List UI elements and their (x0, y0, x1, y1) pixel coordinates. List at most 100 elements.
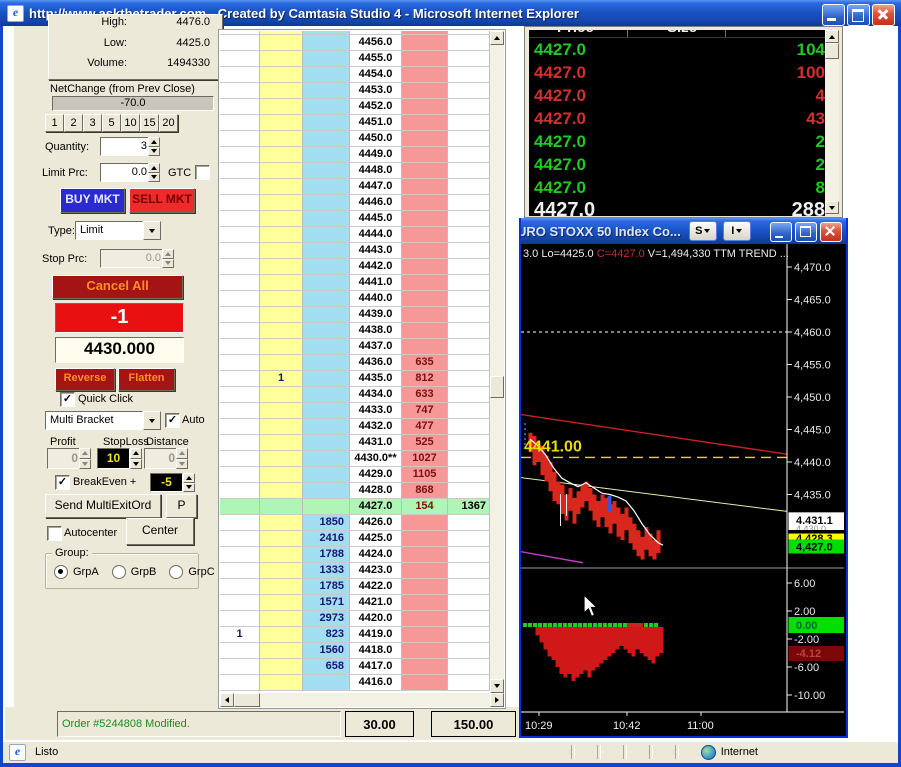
ask-size-cell[interactable] (402, 147, 448, 163)
vscroll-thumb[interactable] (490, 376, 504, 398)
price-cell[interactable]: 4432.0 (350, 419, 402, 435)
ask-size-cell[interactable] (402, 595, 448, 611)
chart-minimize-button[interactable] (770, 222, 792, 242)
ask-size-cell[interactable]: 525 (402, 435, 448, 451)
breakeven-field[interactable]: -5 (150, 473, 183, 492)
hscroll-thumb[interactable] (234, 693, 260, 707)
breakeven-checkbox[interactable]: ✓ (55, 475, 70, 490)
bid-size-cell[interactable] (303, 99, 350, 115)
order-type-dropdown[interactable]: Limit (75, 221, 161, 240)
price-cell[interactable]: 4416.0 (350, 675, 402, 691)
bid-size-cell[interactable] (303, 131, 350, 147)
price-cell[interactable]: 4422.0 (350, 579, 402, 595)
ask-size-cell[interactable] (402, 259, 448, 275)
sell-mkt-button[interactable]: SELL MKT (129, 188, 195, 213)
ask-size-cell[interactable] (402, 131, 448, 147)
price-cell[interactable]: 4420.0 (350, 611, 402, 627)
price-cell[interactable]: 4447.0 (350, 179, 402, 195)
ask-size-cell[interactable]: 1027 (402, 451, 448, 467)
group-radio-grpc[interactable] (169, 565, 184, 579)
qty-preset-button[interactable]: 1 (45, 114, 64, 132)
price-cell[interactable]: 4456.0 (350, 35, 402, 51)
price-cell[interactable]: 4423.0 (350, 563, 402, 579)
ladder-hscrollbar[interactable] (220, 693, 504, 707)
ask-size-cell[interactable] (402, 227, 448, 243)
bid-size-cell[interactable] (303, 339, 350, 355)
bid-size-cell[interactable]: 1785 (303, 579, 350, 595)
chart-close-icon[interactable] (820, 222, 842, 242)
bid-size-cell[interactable]: 2973 (303, 611, 350, 627)
send-multiexitord-button[interactable]: Send MultiExitOrd (45, 494, 161, 518)
chart-restore-button[interactable] (795, 222, 817, 242)
chevron-down-icon[interactable] (143, 221, 161, 240)
bid-size-cell[interactable] (303, 51, 350, 67)
ask-size-cell[interactable]: 633 (402, 387, 448, 403)
ask-size-cell[interactable] (402, 339, 448, 355)
quick-click-checkbox[interactable]: ✓ (60, 392, 75, 407)
quantity-field[interactable]: 3 (100, 137, 152, 156)
ask-size-cell[interactable] (402, 179, 448, 195)
bid-size-cell[interactable] (303, 115, 350, 131)
price-cell[interactable]: 4443.0 (350, 243, 402, 259)
bid-size-cell[interactable]: 823 (303, 627, 350, 643)
cancel-all-button[interactable]: Cancel All (52, 275, 183, 299)
quantity-stepper[interactable] (148, 137, 160, 156)
bracket-dropdown[interactable]: Multi Bracket (45, 411, 161, 430)
maximize-button[interactable] (847, 4, 870, 26)
ask-size-cell[interactable] (402, 627, 448, 643)
tape-scroll-thumb[interactable] (825, 43, 839, 59)
price-cell[interactable]: 4435.0 (350, 371, 402, 387)
ask-size-cell[interactable] (402, 291, 448, 307)
price-cell[interactable]: 4453.0 (350, 83, 402, 99)
bid-size-cell[interactable] (303, 307, 350, 323)
scroll-up-icon[interactable] (825, 30, 839, 43)
price-cell[interactable]: 4455.0 (350, 51, 402, 67)
bid-size-cell[interactable] (303, 387, 350, 403)
bid-size-cell[interactable] (303, 355, 350, 371)
ask-size-cell[interactable] (402, 195, 448, 211)
ask-size-cell[interactable] (402, 659, 448, 675)
bid-size-cell[interactable]: 1571 (303, 595, 350, 611)
qty-preset-button[interactable]: 5 (102, 114, 121, 132)
ask-size-cell[interactable] (402, 243, 448, 259)
qty-preset-button[interactable]: 2 (64, 114, 83, 132)
bid-size-cell[interactable] (303, 499, 350, 515)
bid-size-cell[interactable] (303, 483, 350, 499)
buy-mkt-button[interactable]: BUY MKT (60, 188, 125, 213)
ask-size-cell[interactable]: 812 (402, 371, 448, 387)
price-cell[interactable]: 4450.0 (350, 131, 402, 147)
ask-size-cell[interactable]: 154 (402, 499, 448, 515)
group-radio-grpb[interactable] (111, 565, 126, 579)
price-cell[interactable]: 4421.0 (350, 595, 402, 611)
ask-size-cell[interactable]: 868 (402, 483, 448, 499)
price-cell[interactable]: 4429.0 (350, 467, 402, 483)
ask-size-cell[interactable] (402, 67, 448, 83)
bid-size-cell[interactable] (303, 419, 350, 435)
bid-size-cell[interactable] (303, 83, 350, 99)
flatten-button[interactable]: Flatten (118, 368, 175, 391)
reverse-button[interactable]: Reverse (55, 368, 115, 391)
bid-size-cell[interactable] (303, 403, 350, 419)
price-cell[interactable]: 4449.0 (350, 147, 402, 163)
bid-size-cell[interactable] (303, 147, 350, 163)
price-cell[interactable]: 4426.0 (350, 515, 402, 531)
bid-size-cell[interactable]: 1850 (303, 515, 350, 531)
ask-size-cell[interactable] (402, 531, 448, 547)
ask-size-cell[interactable] (402, 51, 448, 67)
bid-size-cell[interactable] (303, 323, 350, 339)
qty-preset-button[interactable]: 3 (83, 114, 102, 132)
bid-size-cell[interactable] (303, 467, 350, 483)
bid-size-cell[interactable] (303, 451, 350, 467)
p-button[interactable]: P (166, 494, 197, 518)
bid-size-cell[interactable] (303, 179, 350, 195)
price-cell[interactable]: 4417.0 (350, 659, 402, 675)
breakeven-stepper[interactable] (183, 473, 195, 492)
ask-size-cell[interactable] (402, 163, 448, 179)
price-cell[interactable]: 4436.0 (350, 355, 402, 371)
bid-size-cell[interactable] (303, 227, 350, 243)
price-cell[interactable]: 4444.0 (350, 227, 402, 243)
stoploss-stepper[interactable] (130, 448, 142, 469)
ask-size-cell[interactable] (402, 115, 448, 131)
ask-size-cell[interactable] (402, 643, 448, 659)
ask-size-cell[interactable]: 477 (402, 419, 448, 435)
